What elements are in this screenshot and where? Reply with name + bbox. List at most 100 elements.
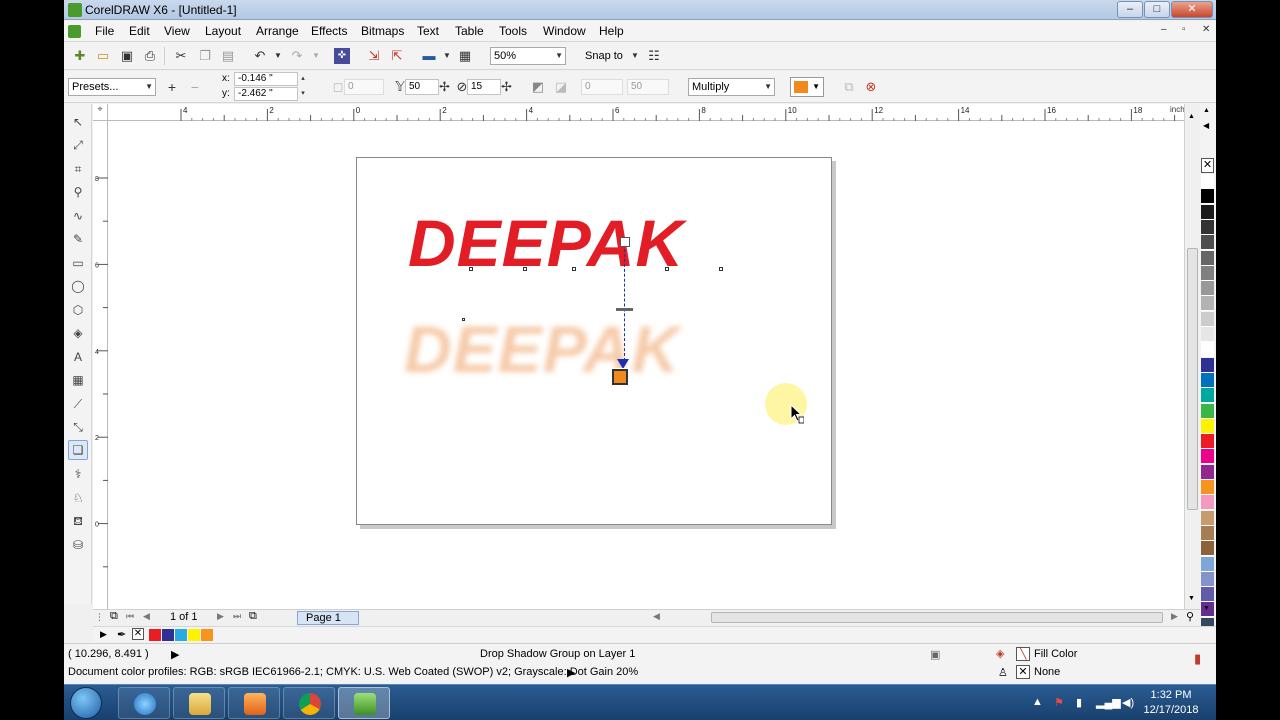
menu-bitmaps[interactable]: Bitmaps xyxy=(361,24,404,38)
last-page-icon[interactable]: ⏭ xyxy=(233,611,241,622)
print-icon[interactable]: ⎙ xyxy=(142,48,158,64)
horizontal-ruler[interactable]: 4 2 0 2 4 6 8 10 12 14 16 18 inches xyxy=(108,104,1193,121)
scroll-left-icon[interactable]: ◀ xyxy=(653,611,660,622)
palette-swatch[interactable] xyxy=(1201,281,1214,297)
palette-swatch[interactable] xyxy=(1201,587,1214,603)
scroll-up-icon[interactable]: ▲ xyxy=(1188,113,1195,120)
x-position-field[interactable]: -0.146 " xyxy=(234,72,298,86)
shadow-opacity-slider[interactable] xyxy=(616,308,633,311)
drawing-window[interactable]: DEEPAK DEEPAK xyxy=(108,121,1184,609)
palette-swatch[interactable] xyxy=(1201,525,1214,541)
dimension-tool-icon[interactable]: ⟋ xyxy=(70,396,86,412)
no-color-icon[interactable]: ✕ xyxy=(132,628,144,640)
battery-icon[interactable]: ▮ xyxy=(1076,696,1082,709)
palette-swatch[interactable] xyxy=(1201,388,1214,404)
taskbar-coreldraw[interactable] xyxy=(338,687,390,719)
drop-shadow-tool-icon[interactable]: ❏ xyxy=(68,440,88,460)
new-icon[interactable]: ✚ xyxy=(72,48,88,64)
menu-file[interactable]: File xyxy=(95,24,114,38)
navigator-zoom-icon[interactable]: ⚲ xyxy=(1186,610,1194,623)
menu-arrange[interactable]: Arrange xyxy=(256,24,299,38)
palette-swatch[interactable] xyxy=(1201,556,1214,572)
document-palette-swatch[interactable] xyxy=(188,629,200,641)
shadow-color-picker[interactable]: ▼ xyxy=(790,77,824,97)
page-tab-1[interactable]: Page 1 xyxy=(297,611,359,625)
redo-icon[interactable]: ↷ xyxy=(289,48,305,64)
next-page-icon[interactable]: ▶ xyxy=(217,611,224,622)
feather-stepper-icon[interactable]: ✢ xyxy=(501,79,512,95)
maximize-button[interactable]: □ xyxy=(1144,1,1170,18)
palette-swatch[interactable] xyxy=(1201,342,1214,358)
shadow-stretch-field[interactable]: 50 xyxy=(627,79,669,95)
copy-icon[interactable]: ❐ xyxy=(197,48,213,64)
status-expand-icon[interactable]: ▶ xyxy=(171,648,179,661)
start-button[interactable] xyxy=(70,687,102,719)
text-tool-icon[interactable]: A xyxy=(70,349,86,365)
selection-handle[interactable] xyxy=(523,267,527,271)
palette-swatch[interactable] xyxy=(1201,541,1214,557)
palette-swatch[interactable] xyxy=(1201,372,1214,388)
menu-effects[interactable]: Effects xyxy=(311,24,347,38)
basic-shapes-tool-icon[interactable]: ◈ xyxy=(70,325,86,341)
palette-swatch[interactable] xyxy=(1201,204,1214,220)
palette-swatch[interactable] xyxy=(1201,403,1214,419)
menu-help[interactable]: Help xyxy=(599,24,624,38)
snap-dropdown-icon[interactable]: ▼ xyxy=(627,48,643,64)
palette-swatch[interactable] xyxy=(1201,510,1214,526)
snap-to-button[interactable]: Snap to xyxy=(585,50,623,62)
table-tool-icon[interactable]: ▦ xyxy=(70,372,86,388)
no-color-swatch[interactable]: ✕ xyxy=(1201,158,1214,173)
taskbar-internet-explorer[interactable] xyxy=(118,687,170,719)
zoom-levels-combo[interactable]: 50% ▼ xyxy=(490,47,566,65)
volume-icon[interactable]: ◀) xyxy=(1122,696,1134,709)
palette-scroll-up-icon[interactable]: ▲ xyxy=(1203,107,1210,114)
coreldraw-app-icon[interactable] xyxy=(68,3,82,17)
outline-pen-tool-icon[interactable]: ♘ xyxy=(70,490,86,506)
taskbar-media-player[interactable] xyxy=(228,687,280,719)
shadow-angle-field[interactable]: 0 xyxy=(344,79,384,95)
paste-icon[interactable]: ▤ xyxy=(220,48,236,64)
open-icon[interactable]: ▭ xyxy=(95,48,111,64)
palette-swatch[interactable] xyxy=(1201,250,1214,266)
rectangle-tool-icon[interactable]: ▭ xyxy=(70,255,86,271)
scroll-right-icon[interactable]: ▶ xyxy=(1171,611,1178,622)
feathering-edges-icon[interactable]: ◪ xyxy=(553,79,569,95)
user-account-icon[interactable]: ▮ xyxy=(1194,651,1201,667)
palette-swatch[interactable] xyxy=(1201,495,1214,511)
taskbar-file-explorer[interactable] xyxy=(173,687,225,719)
selection-handle[interactable] xyxy=(719,267,723,271)
shadow-feather-field[interactable]: 15 xyxy=(467,79,501,95)
document-palette-swatch[interactable] xyxy=(162,629,174,641)
smart-fill-bucket-icon[interactable]: ⛁ xyxy=(70,537,86,553)
undo-dropdown-icon[interactable]: ▼ xyxy=(270,48,286,64)
shape-tool-icon[interactable]: ⤢ xyxy=(70,137,86,153)
y-position-field[interactable]: -2.462 " xyxy=(234,87,298,101)
remove-preset-icon[interactable]: − xyxy=(187,79,203,95)
doc-close-button[interactable]: ✕ xyxy=(1202,24,1210,35)
clock-date[interactable]: 12/17/2018 xyxy=(1136,704,1206,716)
opacity-stepper-icon[interactable]: ✢ xyxy=(439,79,450,95)
x-spinner-icon[interactable]: ▴ xyxy=(298,72,308,86)
drop-shadow-text[interactable]: DEEPAK xyxy=(404,311,680,387)
color-profiles-info[interactable]: Document color profiles: RGB: sRGB IEC61… xyxy=(68,666,638,678)
export-icon[interactable]: ⇱ xyxy=(389,48,405,64)
first-page-icon[interactable]: ⏮ xyxy=(126,611,134,622)
pick-tool-icon[interactable]: ↖ xyxy=(70,114,86,130)
palette-swatch[interactable] xyxy=(1201,464,1214,480)
shadow-opacity-field[interactable]: 50 xyxy=(405,79,439,95)
clock-time[interactable]: 1:32 PM xyxy=(1136,689,1206,701)
scroll-down-icon[interactable]: ▼ xyxy=(1188,595,1195,602)
vertical-scroll-thumb[interactable] xyxy=(1187,248,1198,510)
document-palette-swatch[interactable] xyxy=(175,629,187,641)
palette-swatch[interactable] xyxy=(1201,174,1214,189)
drop-shadow-end-handle[interactable] xyxy=(611,368,629,386)
palette-swatch[interactable] xyxy=(1201,434,1214,450)
feathering-direction-icon[interactable]: ◩ xyxy=(530,79,546,95)
freehand-tool-icon[interactable]: ∿ xyxy=(70,208,86,224)
welcome-screen-icon[interactable]: ▦ xyxy=(457,48,473,64)
show-hidden-icons[interactable]: ▲ xyxy=(1032,696,1043,708)
menu-view[interactable]: View xyxy=(164,24,190,38)
crop-tool-icon[interactable]: ⌗ xyxy=(70,161,86,177)
clear-shadow-icon[interactable]: ⊗ xyxy=(863,79,879,95)
outline-color-swatch[interactable]: ✕ xyxy=(1016,665,1030,679)
